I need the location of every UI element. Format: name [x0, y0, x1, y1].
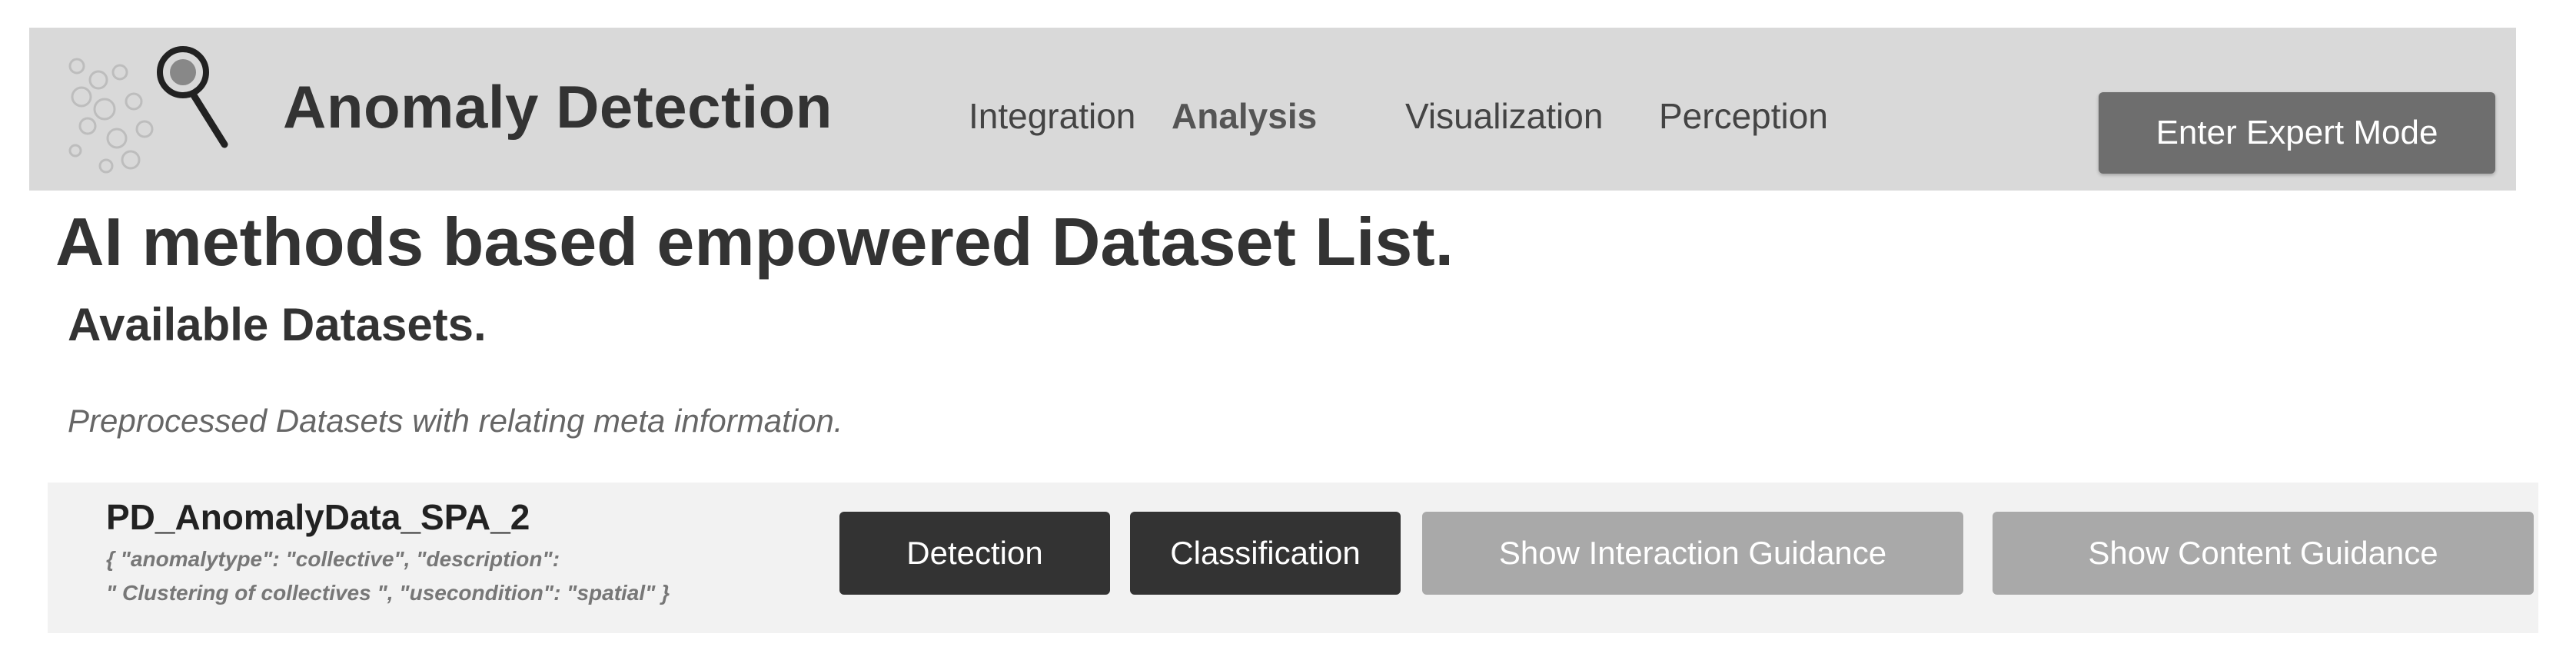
- dataset-row: PD_AnomalyData_SPA_2 { "anomalytype": "c…: [48, 483, 2538, 633]
- detection-button[interactable]: Detection: [839, 512, 1110, 595]
- page-title: AI methods based empowered Dataset List.: [55, 204, 1454, 280]
- dataset-name: PD_AnomalyData_SPA_2: [106, 497, 530, 537]
- magnifier-bubbles-icon: [68, 46, 228, 174]
- nav-integration[interactable]: Integration: [969, 95, 1135, 137]
- app-header: Anomaly Detection Integration Analysis V…: [29, 28, 2516, 191]
- show-content-guidance-button[interactable]: Show Content Guidance: [1993, 512, 2534, 595]
- show-interaction-guidance-button[interactable]: Show Interaction Guidance: [1422, 512, 1963, 595]
- nav-perception[interactable]: Perception: [1659, 95, 1828, 137]
- nav-analysis[interactable]: Analysis: [1172, 95, 1317, 137]
- dataset-meta-line: " Clustering of collectives ", "usecondi…: [106, 581, 670, 605]
- enter-expert-mode-button[interactable]: Enter Expert Mode: [2099, 92, 2495, 174]
- dataset-meta: { "anomalytype": "collective", "descript…: [106, 542, 670, 610]
- nav-visualization[interactable]: Visualization: [1405, 95, 1603, 137]
- app-title: Anomaly Detection: [283, 73, 833, 141]
- section-title: Available Datasets.: [68, 299, 487, 350]
- section-subtitle: Preprocessed Datasets with relating meta…: [68, 403, 843, 439]
- classification-button[interactable]: Classification: [1130, 512, 1401, 595]
- dataset-meta-line: { "anomalytype": "collective", "descript…: [106, 547, 560, 571]
